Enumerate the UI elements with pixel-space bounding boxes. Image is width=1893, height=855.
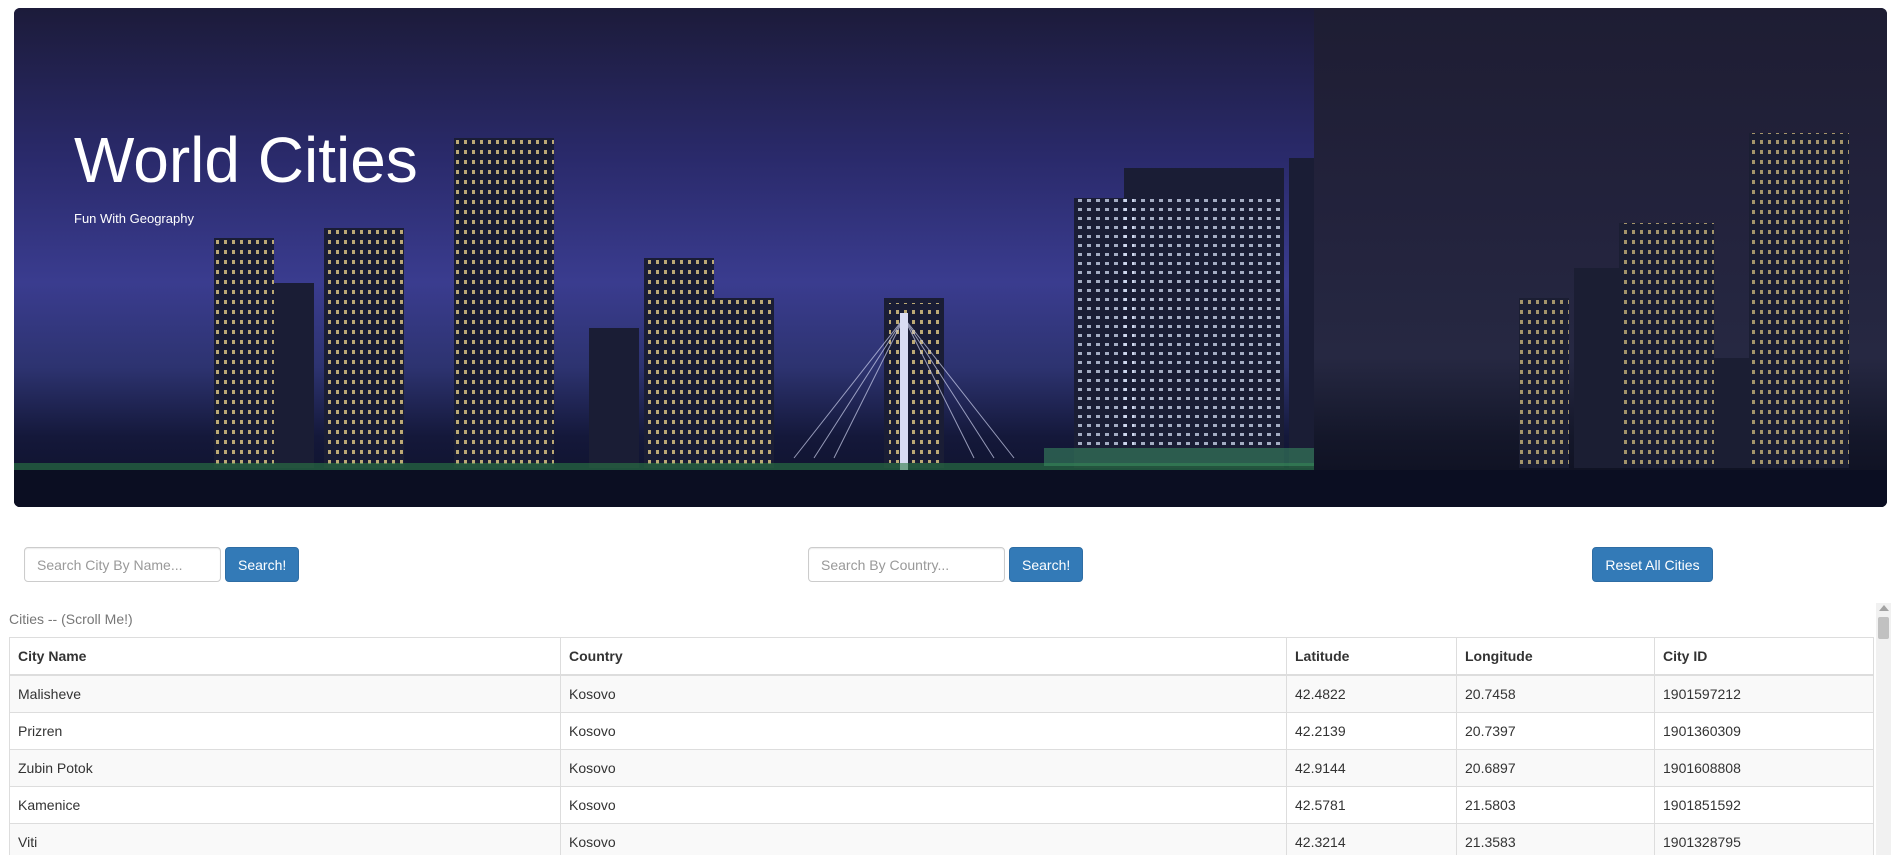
city-name-search-button[interactable]: Search! [225,547,300,582]
city-name-cell: Kamenice [9,786,561,824]
city-search-group: Search! [24,547,300,582]
column-header-country: Country [560,637,1287,676]
latitude-cell: 42.3214 [1286,823,1457,855]
country-search-input[interactable] [808,547,1005,582]
city-id-cell: 1901608808 [1654,749,1874,787]
city-id-cell: 1901851592 [1654,786,1874,824]
city-name-cell: Malisheve [9,674,561,713]
table-row: Malisheve Kosovo 42.4822 20.7458 1901597… [9,674,1874,713]
country-search-button[interactable]: Search! [1009,547,1084,582]
page-title: World Cities [74,124,418,196]
city-name-search-input[interactable] [24,547,221,582]
country-cell: Kosovo [560,823,1287,855]
country-cell: Kosovo [560,674,1287,713]
cities-table-container[interactable]: Cities -- (Scroll Me!) City Name Country… [9,603,1874,855]
table-row: Viti Kosovo 42.3214 21.3583 1901328795 [9,823,1874,855]
longitude-cell: 20.6897 [1456,749,1655,787]
longitude-cell: 21.5803 [1456,786,1655,824]
latitude-cell: 42.4822 [1286,674,1457,713]
scrollbar-thumb[interactable] [1878,617,1889,639]
latitude-cell: 42.9144 [1286,749,1457,787]
city-skyline-illustration [14,133,1887,507]
latitude-cell: 42.5781 [1286,786,1457,824]
reset-all-cities-button[interactable]: Reset All Cities [1592,547,1713,582]
city-id-cell: 1901597212 [1654,674,1874,713]
page-subtitle: Fun With Geography [74,211,194,226]
scroll-up-arrow-icon[interactable] [1879,605,1889,611]
latitude-cell: 42.2139 [1286,712,1457,750]
longitude-cell: 21.3583 [1456,823,1655,855]
cities-table: City Name Country Latitude Longitude Cit… [9,637,1874,855]
column-header-latitude: Latitude [1286,637,1457,676]
country-cell: Kosovo [560,712,1287,750]
city-id-cell: 1901328795 [1654,823,1874,855]
column-header-longitude: Longitude [1456,637,1655,676]
table-header-row: City Name Country Latitude Longitude Cit… [9,637,1874,676]
table-row: Zubin Potok Kosovo 42.9144 20.6897 19016… [9,749,1874,787]
column-header-city-name: City Name [9,637,561,676]
city-id-cell: 1901360309 [1654,712,1874,750]
city-name-cell: Zubin Potok [9,749,561,787]
country-cell: Kosovo [560,749,1287,787]
table-row: Prizren Kosovo 42.2139 20.7397 190136030… [9,712,1874,750]
country-search-group: Search! [808,547,1084,582]
longitude-cell: 20.7397 [1456,712,1655,750]
city-name-cell: Prizren [9,712,561,750]
longitude-cell: 20.7458 [1456,674,1655,713]
country-cell: Kosovo [560,786,1287,824]
hero-banner: World Cities Fun With Geography [14,8,1887,507]
city-name-cell: Viti [9,823,561,855]
table-caption: Cities -- (Scroll Me!) [9,611,133,627]
table-scrollbar[interactable] [1876,603,1891,855]
table-row: Kamenice Kosovo 42.5781 21.5803 19018515… [9,786,1874,824]
column-header-city-id: City ID [1654,637,1874,676]
